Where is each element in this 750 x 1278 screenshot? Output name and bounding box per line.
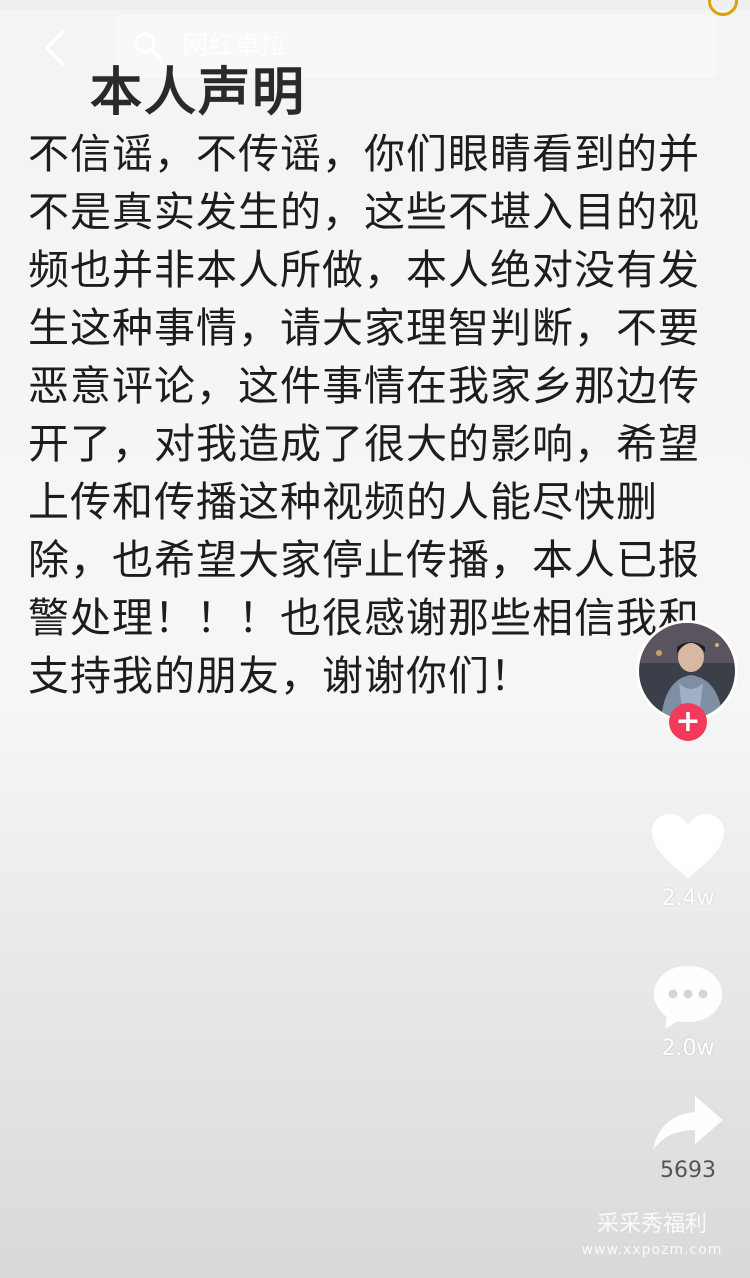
statement-text: 不信谣，不传谣，你们眼睛看到的并不是真实发生的，这些不堪入目的视频也并非本人所做… xyxy=(28,130,700,700)
watermark: 采采秀福利 www.xxpozm.com xyxy=(562,1206,742,1266)
like-count: 2.4w xyxy=(661,886,715,911)
comment-button[interactable]: 2.0w xyxy=(648,962,728,1061)
heart-icon xyxy=(652,814,724,878)
comment-icon xyxy=(654,966,722,1029)
like-button[interactable]: 2.4w xyxy=(648,812,728,911)
follow-button[interactable]: + xyxy=(669,703,707,741)
status-bar-left-icons xyxy=(0,0,120,8)
share-arrow-icon xyxy=(653,1096,723,1150)
status-bar xyxy=(0,0,750,16)
page-title: 本人声明 xyxy=(90,63,307,123)
share-count: 5693 xyxy=(660,1158,716,1183)
chevron-left-icon xyxy=(45,30,65,66)
share-button[interactable]: 5693 xyxy=(648,1092,728,1183)
watermark-url: www.xxpozm.com xyxy=(581,1242,723,1258)
comment-count: 2.0w xyxy=(661,1036,715,1061)
watermark-title: 采采秀福利 xyxy=(596,1212,707,1237)
back-button[interactable] xyxy=(30,22,78,74)
